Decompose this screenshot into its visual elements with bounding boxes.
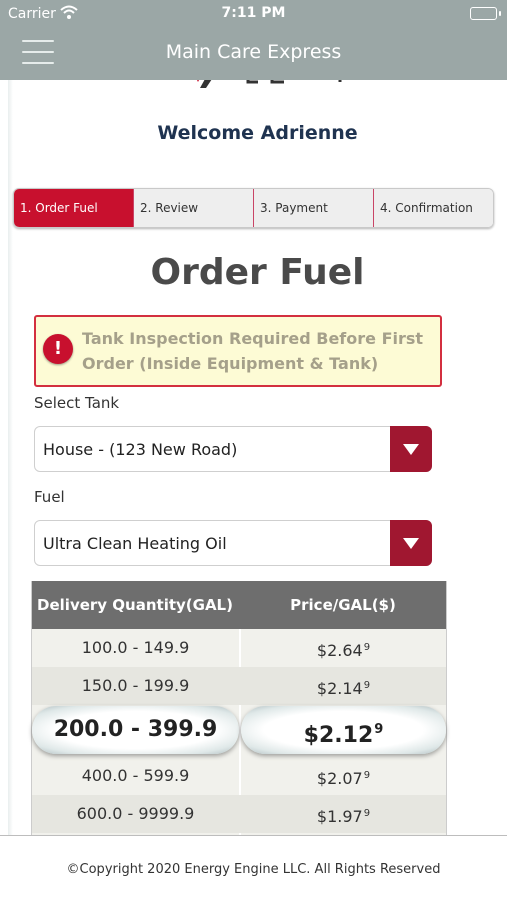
price-table: Delivery Quantity(GAL) Price/GAL($) 100.… [31, 581, 447, 835]
price-cell: $1.979 [316, 807, 371, 826]
chevron-down-icon[interactable] [390, 520, 432, 566]
copyright-text: ©Copyright 2020 Energy Engine LLC. All R… [66, 862, 441, 877]
step-confirmation[interactable]: 4. Confirmation [373, 189, 493, 227]
quantity-cell-selected[interactable]: 200.0 - 399.9 [32, 706, 239, 754]
battery-icon [470, 7, 501, 20]
step-payment[interactable]: 3. Payment [253, 189, 373, 227]
alert-text: Tank Inspection Required Before First Or… [82, 329, 424, 373]
price-cell: $2.149 [316, 679, 371, 698]
fuel-select[interactable]: Ultra Clean Heating Oil [34, 520, 432, 566]
quantity-cell: 400.0 - 599.9 [81, 766, 190, 785]
step-review[interactable]: 2. Review [133, 189, 253, 227]
chevron-down-icon[interactable] [390, 426, 432, 472]
quantity-cell: 150.0 - 199.9 [81, 676, 190, 695]
table-row[interactable]: 400.0 - 599.9 $2.079 [32, 757, 446, 795]
footer: ©Copyright 2020 Energy Engine LLC. All R… [0, 835, 507, 900]
status-bar: Carrier 7:11 PM [0, 0, 507, 28]
select-tank-label: Select Tank [34, 394, 120, 412]
order-content[interactable]: Welcome Adrienne 1. Order Fuel 2. Review… [8, 80, 507, 835]
quantity-cell: 600.0 - 9999.9 [76, 804, 195, 823]
app-title: Main Care Express [165, 41, 342, 63]
price-cell-selected[interactable]: $2.129 [241, 706, 446, 754]
step-order-fuel[interactable]: 1. Order Fuel [14, 189, 133, 227]
order-steps: 1. Order Fuel 2. Review 3. Payment 4. Co… [13, 188, 494, 228]
quantity-cell: 100.0 - 149.9 [81, 638, 190, 657]
exclamation-icon: ! [43, 334, 73, 364]
inspection-alert: ! Tank Inspection Required Before First … [34, 315, 442, 387]
tank-select[interactable]: House - (123 New Road) [34, 426, 432, 472]
welcome-message: Welcome Adrienne [157, 122, 358, 144]
table-header: Delivery Quantity(GAL) Price/GAL($) [32, 581, 446, 629]
table-row[interactable]: 150.0 - 199.9 $2.149 [32, 667, 446, 705]
price-cell: $2.079 [316, 769, 371, 788]
tank-select-value: House - (123 New Road) [43, 440, 238, 459]
fuel-select-value: Ultra Clean Heating Oil [43, 534, 227, 553]
header-quantity: Delivery Quantity(GAL) [37, 596, 233, 614]
table-row-selected[interactable]: 200.0 - 399.9 $2.129 [32, 705, 446, 755]
header-price: Price/GAL($) [290, 596, 396, 614]
table-row[interactable]: 100.0 - 149.9 $2.649 [32, 629, 446, 667]
top-bar: Carrier 7:11 PM Main Care Express [0, 0, 507, 80]
fuel-label: Fuel [34, 488, 65, 506]
price-cell: $2.649 [316, 641, 371, 660]
brand-logo [197, 80, 342, 88]
clock: 7:11 PM [221, 5, 286, 21]
table-row[interactable]: 600.0 - 9999.9 $1.979 [32, 795, 446, 833]
page-title: Order Fuel [150, 252, 365, 293]
